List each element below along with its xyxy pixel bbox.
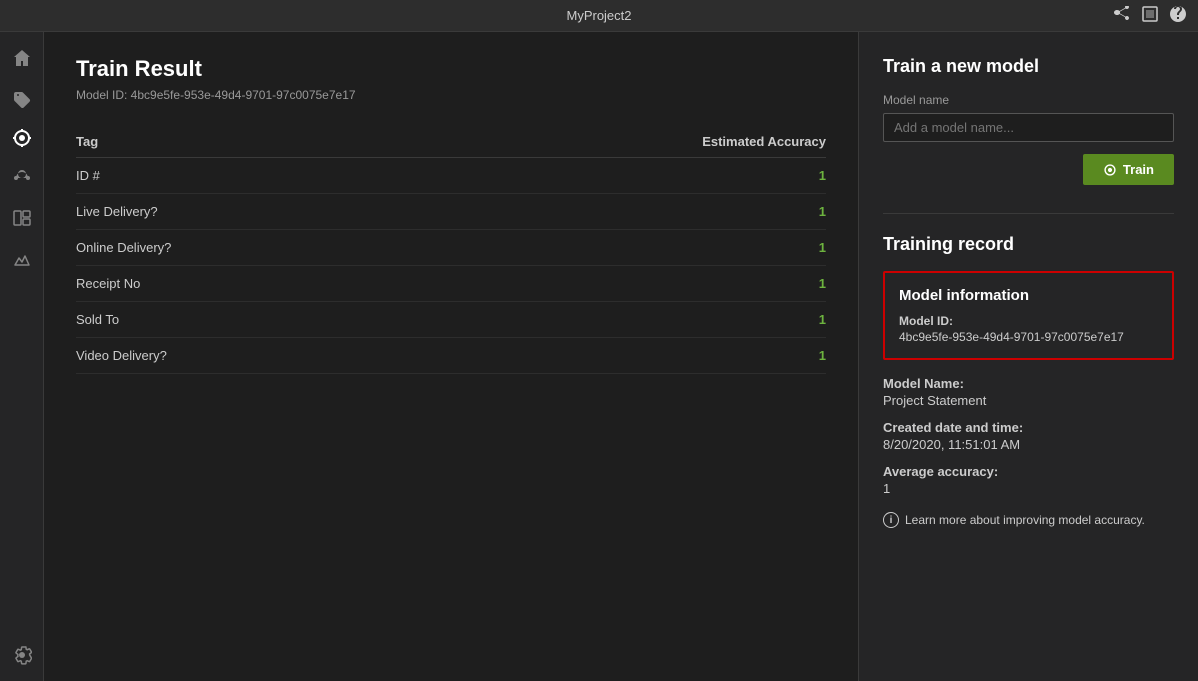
results-table: Tag Estimated Accuracy ID #1Live Deliver… [76, 126, 826, 374]
table-body: ID #1Live Delivery?1Online Delivery?1Rec… [76, 158, 826, 374]
sidebar-item-tag[interactable] [4, 80, 40, 116]
left-panel: Train Result Model ID: 4bc9e5fe-953e-49d… [44, 32, 858, 681]
cell-tag: Receipt No [76, 266, 402, 302]
model-id-card-value: 4bc9e5fe-953e-49d4-9701-97c0075e7e17 [899, 330, 1158, 344]
cell-tag: Sold To [76, 302, 402, 338]
model-name-input[interactable] [883, 113, 1174, 142]
col-accuracy: Estimated Accuracy [402, 126, 826, 158]
train-button-icon [1103, 163, 1117, 177]
cell-accuracy: 1 [402, 230, 826, 266]
cell-accuracy: 1 [402, 158, 826, 194]
sidebar-item-connections[interactable] [4, 160, 40, 196]
table-row: Video Delivery?1 [76, 338, 826, 374]
main-content: Train Result Model ID: 4bc9e5fe-953e-49d… [44, 32, 1198, 681]
top-bar: MyProject2 [0, 0, 1198, 32]
train-button[interactable]: Train [1083, 154, 1174, 185]
learn-more[interactable]: i Learn more about improving model accur… [883, 512, 1174, 528]
sidebar-item-settings[interactable] [4, 637, 40, 673]
created-value: 8/20/2020, 11:51:01 AM [883, 437, 1174, 452]
table-row: Receipt No1 [76, 266, 826, 302]
table-header: Tag Estimated Accuracy [76, 126, 826, 158]
sidebar-item-train[interactable] [4, 120, 40, 156]
table-row: Sold To1 [76, 302, 826, 338]
sidebar [0, 32, 44, 681]
sidebar-item-predict[interactable] [4, 240, 40, 276]
info-circle-icon: i [883, 512, 899, 528]
table-row: ID #1 [76, 158, 826, 194]
cell-tag: Video Delivery? [76, 338, 402, 374]
cell-accuracy: 1 [402, 194, 826, 230]
share-icon[interactable] [1114, 6, 1130, 25]
cell-accuracy: 1 [402, 338, 826, 374]
accuracy-label: Average accuracy: [883, 464, 1174, 479]
cell-tag: Online Delivery? [76, 230, 402, 266]
training-record-title: Training record [883, 234, 1174, 255]
cell-tag: ID # [76, 158, 402, 194]
cell-accuracy: 1 [402, 266, 826, 302]
window-icon[interactable] [1142, 6, 1158, 25]
connections-icon [12, 168, 32, 188]
learn-more-text: Learn more about improving model accurac… [905, 513, 1145, 527]
accuracy-section: Average accuracy: 1 [883, 464, 1174, 496]
col-tag: Tag [76, 126, 402, 158]
train-button-label: Train [1123, 162, 1154, 177]
layout-icon [12, 208, 32, 228]
model-id-row: Model ID: 4bc9e5fe-953e-49d4-9701-97c007… [899, 314, 1158, 344]
model-info-title: Model information [899, 287, 1158, 304]
model-info-card: Model information Model ID: 4bc9e5fe-953… [883, 271, 1174, 360]
divider [883, 213, 1174, 214]
settings-icon [12, 645, 32, 665]
created-section: Created date and time: 8/20/2020, 11:51:… [883, 420, 1174, 452]
train-icon [12, 128, 32, 148]
app-shell: Train Result Model ID: 4bc9e5fe-953e-49d… [0, 32, 1198, 681]
table-row: Online Delivery?1 [76, 230, 826, 266]
model-name-section: Model Name: Project Statement [883, 376, 1174, 408]
model-id-subtitle: Model ID: 4bc9e5fe-953e-49d4-9701-97c007… [76, 88, 826, 102]
tag-icon [12, 88, 32, 108]
model-name-detail-value: Project Statement [883, 393, 1174, 408]
right-panel: Train a new model Model name Train Train… [858, 32, 1198, 681]
created-label: Created date and time: [883, 420, 1174, 435]
page-title: Train Result [76, 56, 826, 82]
table-row: Live Delivery?1 [76, 194, 826, 230]
cell-tag: Live Delivery? [76, 194, 402, 230]
sidebar-item-layout[interactable] [4, 200, 40, 236]
train-section-title: Train a new model [883, 56, 1174, 77]
model-id-card-label: Model ID: [899, 314, 1158, 328]
model-name-detail-label: Model Name: [883, 376, 1174, 391]
cell-accuracy: 1 [402, 302, 826, 338]
app-title: MyProject2 [566, 8, 631, 23]
predict-icon [12, 248, 32, 268]
home-icon [12, 48, 32, 68]
model-name-label: Model name [883, 93, 1174, 107]
sidebar-item-home[interactable] [4, 40, 40, 76]
accuracy-value: 1 [883, 481, 1174, 496]
help-icon[interactable] [1170, 6, 1186, 25]
